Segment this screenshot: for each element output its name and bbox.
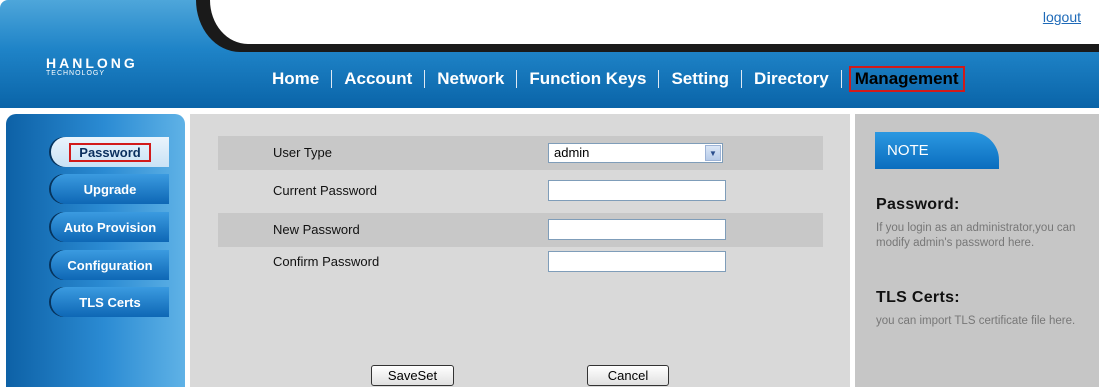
nav-divider <box>516 70 518 88</box>
sidebar-item-label: Auto Provision <box>63 219 157 235</box>
saveset-button[interactable]: SaveSet <box>371 365 454 386</box>
form-row-user-type: User Type admin ▼ <box>218 136 823 170</box>
sidebar-item-password[interactable]: Password <box>51 137 169 167</box>
sidebar-item-label: Upgrade <box>83 181 137 197</box>
header-top-area <box>210 0 1099 44</box>
current-password-label: Current Password <box>273 183 378 198</box>
logo-text: HANLONG <box>46 55 138 71</box>
sidebar-item-configuration[interactable]: Configuration <box>51 250 169 280</box>
nav-directory[interactable]: Directory <box>745 67 838 91</box>
sidebar: Password Upgrade Auto Provision Configur… <box>6 114 185 387</box>
password-form: User Type admin ▼ Current Password New P… <box>190 114 850 387</box>
user-type-label: User Type <box>273 145 333 160</box>
form-row-current-password: Current Password <box>218 174 823 208</box>
logo-subtext: TECHNOLOGY <box>46 70 106 77</box>
sidebar-item-label: TLS Certs <box>79 294 141 310</box>
main-nav: Home Account Network Function Keys Setti… <box>263 66 965 92</box>
nav-divider <box>741 70 743 88</box>
nav-divider <box>424 70 426 88</box>
note-tls-text: you can import TLS certificate file here… <box>876 315 1076 327</box>
logout-link[interactable]: logout <box>1043 9 1081 25</box>
sidebar-item-tls-certs[interactable]: TLS Certs <box>51 287 169 317</box>
user-type-value: admin <box>554 145 590 160</box>
new-password-field[interactable] <box>548 219 726 240</box>
chevron-down-icon[interactable]: ▼ <box>705 145 721 161</box>
nav-network[interactable]: Network <box>428 67 513 91</box>
nav-divider <box>331 70 333 88</box>
sidebar-item-label: Password <box>69 142 151 162</box>
current-password-field[interactable] <box>548 180 726 201</box>
sidebar-item-label: Configuration <box>67 257 153 273</box>
nav-setting[interactable]: Setting <box>662 67 738 91</box>
confirm-password-label: Confirm Password <box>273 254 380 269</box>
note-password-text: If you login as an administrator,you can… <box>876 222 1076 249</box>
note-panel: NOTE Password: If you login as an admini… <box>855 114 1099 387</box>
sidebar-item-auto-provision[interactable]: Auto Provision <box>51 212 169 242</box>
nav-divider <box>840 70 842 88</box>
user-type-select[interactable]: admin ▼ <box>548 143 723 163</box>
sidebar-item-upgrade[interactable]: Upgrade <box>51 174 169 204</box>
confirm-password-field[interactable] <box>548 251 726 272</box>
nav-home[interactable]: Home <box>263 67 328 91</box>
nav-function-keys[interactable]: Function Keys <box>520 67 655 91</box>
nav-account[interactable]: Account <box>335 67 421 91</box>
nav-management[interactable]: Management <box>848 66 965 92</box>
nav-divider <box>658 70 660 88</box>
form-row-new-password: New Password <box>218 213 823 247</box>
note-tls-title: TLS Certs: <box>876 289 960 306</box>
note-password-title: Password: <box>876 196 960 213</box>
form-row-confirm-password: Confirm Password <box>218 245 823 279</box>
note-tab: NOTE <box>875 132 999 169</box>
cancel-button[interactable]: Cancel <box>587 365 669 386</box>
header-banner: HANLONG TECHNOLOGY logout Home Account N… <box>0 0 1099 108</box>
hanlong-logo: HANLONG TECHNOLOGY <box>46 55 138 77</box>
new-password-label: New Password <box>273 222 360 237</box>
